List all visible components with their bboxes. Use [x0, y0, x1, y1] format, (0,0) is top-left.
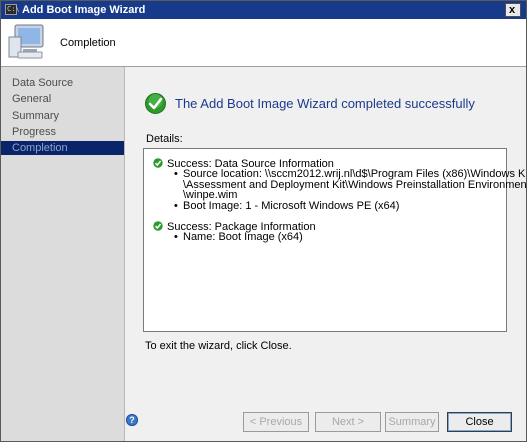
wizard-header: Completion — [1, 19, 526, 67]
sidebar-item-summary[interactable]: Summary — [1, 109, 124, 123]
exit-instructions: To exit the wizard, click Close. — [145, 340, 292, 352]
next-button[interactable]: Next > — [315, 412, 381, 432]
details-section-package: Success: Package Information Name: Boot … — [153, 221, 498, 245]
close-window-button[interactable]: x — [505, 3, 521, 17]
sidebar-item-progress[interactable]: Progress — [1, 125, 124, 139]
sidebar-item-data-source[interactable]: Data Source — [1, 76, 124, 90]
close-icon: x — [509, 4, 516, 16]
summary-button[interactable]: Summary — [385, 412, 439, 432]
list-item: Source location: \\sccm2012.wrij.nl\d$\P… — [174, 169, 526, 201]
console-icon: C:\ — [5, 4, 20, 15]
completion-heading: The Add Boot Image Wizard completed succ… — [175, 96, 475, 111]
list-item: Boot Image: 1 - Microsoft Windows PE (x6… — [174, 200, 526, 211]
details-panel[interactable]: Success: Data Source Information Source … — [143, 148, 526, 332]
wizard-window: C:\ Add Boot Image Wizard x Completion D… — [0, 0, 527, 442]
help-icon[interactable]: ? — [126, 414, 138, 426]
section-details-list: Name: Boot Image (x64) — [174, 232, 303, 243]
svg-text:?: ? — [129, 415, 135, 425]
close-button[interactable]: Close — [447, 412, 512, 432]
sidebar-item-general[interactable]: General — [1, 92, 124, 106]
section-details-list: Source location: \\sccm2012.wrij.nl\d$\P… — [174, 169, 526, 212]
sidebar-item-completion[interactable]: Completion — [1, 141, 124, 155]
title-bar[interactable]: C:\ Add Boot Image Wizard x — [1, 1, 526, 19]
wizard-step-sidebar: Data Source General Summary Progress Com… — [1, 67, 125, 441]
success-check-icon — [153, 158, 163, 168]
success-check-icon — [153, 221, 163, 231]
list-item: Name: Boot Image (x64) — [174, 232, 303, 243]
details-section-data-source: Success: Data Source Information Source … — [153, 158, 526, 218]
details-label: Details: — [146, 133, 183, 145]
success-checkmark-icon — [145, 93, 166, 114]
window-title: Add Boot Image Wizard — [22, 4, 146, 16]
previous-button[interactable]: < Previous — [243, 412, 309, 432]
page-title: Completion — [60, 37, 116, 49]
computer-icon — [8, 24, 44, 59]
